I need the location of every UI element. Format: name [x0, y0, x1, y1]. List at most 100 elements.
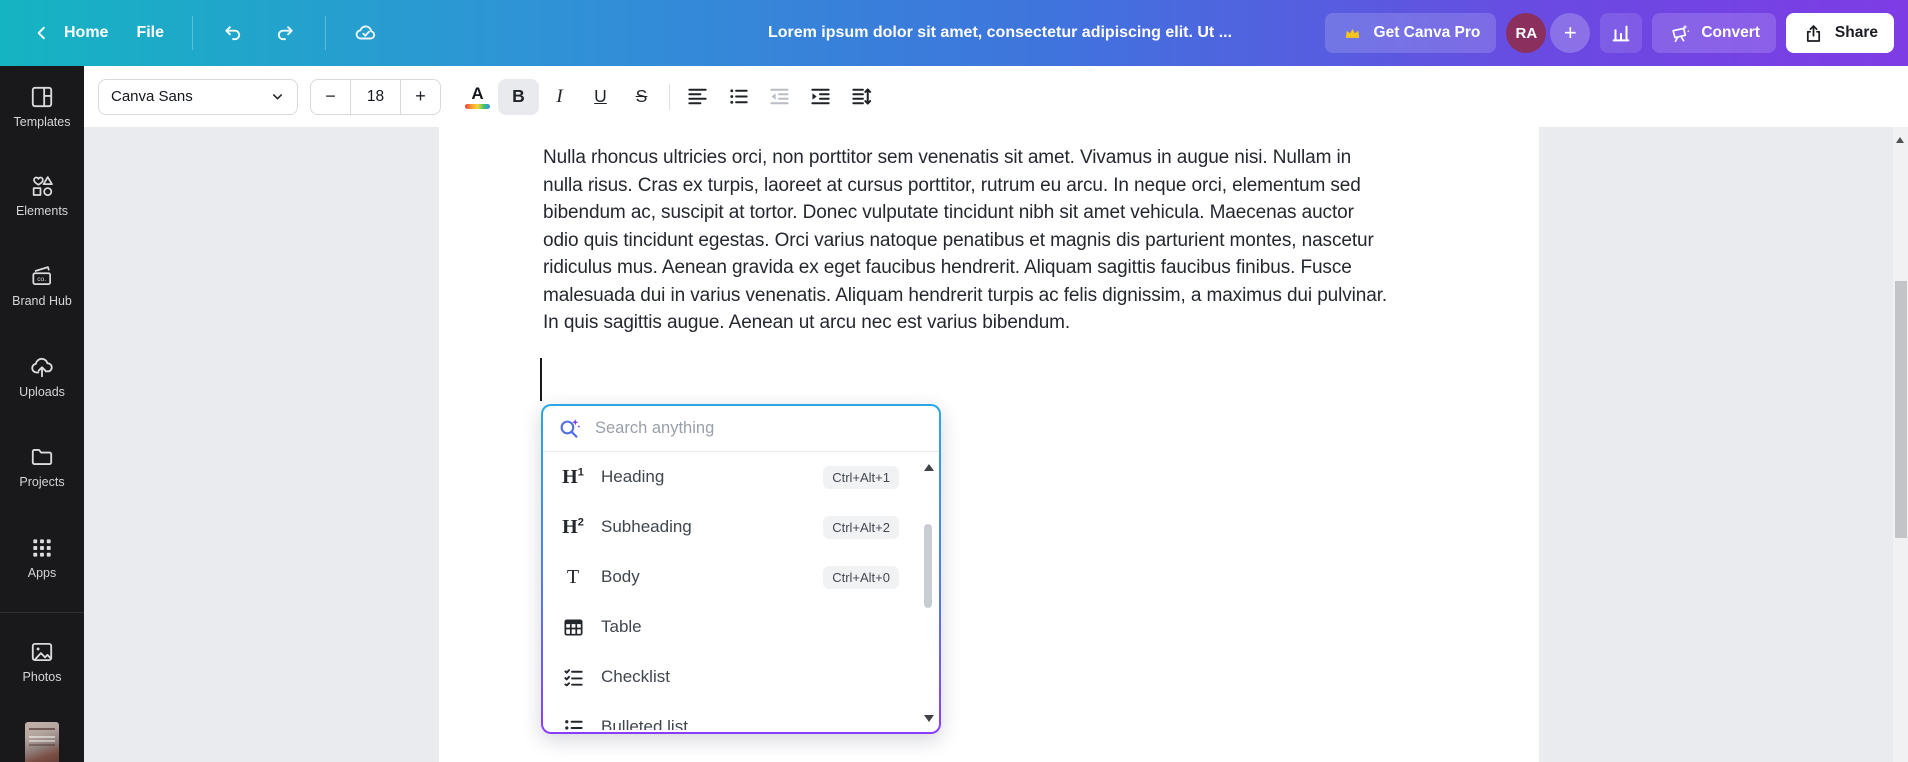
text-color-button[interactable]: A	[457, 79, 498, 115]
top-bar-right: Get Canva Pro RA + Convert Share	[1324, 0, 1908, 66]
insights-button[interactable]	[1600, 13, 1643, 53]
italic-button[interactable]: I	[539, 79, 580, 115]
text-color-icon: A	[465, 85, 490, 109]
line-spacing-button[interactable]	[841, 79, 882, 115]
paragraph-line: ridiculus mus. Aenean gravida ex eget fa…	[543, 257, 1352, 278]
body-text-icon: T	[566, 566, 580, 588]
sidebar-item-elements[interactable]: Elements	[0, 173, 84, 218]
line-spacing-icon	[850, 85, 873, 108]
shortcut-badge: Ctrl+Alt+1	[823, 465, 899, 489]
sidebar-item-photos[interactable]: Photos	[0, 639, 84, 684]
convert-label: Convert	[1701, 24, 1760, 41]
home-label: Home	[64, 24, 109, 41]
sidebar-item-apps[interactable]: Apps	[0, 535, 84, 580]
paragraph-line: nulla risus. Cras ex turpis, laoreet at …	[543, 174, 1361, 196]
menu-item-heading[interactable]: H1 Heading Ctrl+Alt+1	[543, 452, 939, 502]
h2-icon: H2	[562, 516, 584, 538]
top-bar-divider	[325, 16, 327, 50]
search-input[interactable]: Search anything	[595, 419, 925, 438]
undo-icon	[221, 21, 245, 45]
search-bar[interactable]: Search anything	[543, 406, 939, 452]
top-bar: Home File Lorem ipsum dolor sit amet, co…	[0, 0, 1908, 66]
popup-scrollbar[interactable]	[921, 456, 935, 728]
window-scrollbar-thumb[interactable]	[1894, 281, 1907, 538]
paragraph-line: bibendum ac, suscipit at tortor. Donec v…	[543, 202, 1354, 223]
indent-icon	[809, 85, 832, 108]
sidebar-item-label: Templates	[13, 115, 71, 129]
redo-button[interactable]	[263, 13, 307, 53]
sidebar-item-label: Photos	[22, 670, 62, 684]
font-family-select[interactable]: Canva Sans	[98, 78, 298, 115]
avatar[interactable]: RA	[1506, 13, 1547, 53]
plus-icon: +	[1563, 20, 1577, 45]
menu-item-subheading[interactable]: H2 Subheading Ctrl+Alt+2	[543, 502, 939, 552]
sidebar-item-uploads[interactable]: Uploads	[0, 354, 84, 399]
sidebar-item-brand-hub[interactable]: co. Brand Hub	[0, 263, 84, 308]
font-size-decrease-button[interactable]: −	[311, 80, 350, 114]
indent-button[interactable]	[800, 79, 841, 115]
menu-item-table[interactable]: Table	[543, 602, 939, 652]
text-align-button[interactable]	[677, 79, 718, 115]
shortcut-badge: Ctrl+Alt+0	[823, 565, 899, 589]
rainbow-bar	[465, 103, 490, 109]
menu-item-body[interactable]: T Body Ctrl+Alt+0	[543, 552, 939, 602]
uploads-icon	[29, 354, 55, 380]
font-size-value[interactable]: 18	[350, 79, 401, 114]
table-icon	[559, 616, 587, 639]
outdent-icon	[768, 85, 791, 108]
bulleted-list-icon	[559, 716, 587, 731]
document-paragraph[interactable]: Nulla rhoncus ultricies orci, non portti…	[543, 144, 1387, 337]
shortcut-badge: Ctrl+Alt+2	[823, 515, 899, 539]
chevron-left-icon	[30, 21, 54, 45]
convert-button[interactable]: Convert	[1652, 13, 1776, 53]
font-family-value: Canva Sans	[111, 88, 193, 105]
canva-docs-app: Home File Lorem ipsum dolor sit amet, co…	[0, 0, 1908, 762]
sidebar-item-templates[interactable]: Templates	[0, 84, 84, 129]
font-size-increase-button[interactable]: +	[401, 80, 440, 114]
menu-item-bulleted-list[interactable]: Bulleted list	[543, 702, 939, 730]
projects-icon	[29, 444, 55, 470]
sidebar-item-label: Projects	[19, 475, 65, 489]
share-button[interactable]: Share	[1785, 13, 1894, 53]
scroll-down-arrow-icon[interactable]	[924, 715, 934, 722]
redo-icon	[273, 21, 297, 45]
document-title[interactable]: Lorem ipsum dolor sit amet, consectetur …	[620, 24, 1380, 42]
photos-icon	[29, 639, 55, 665]
scroll-up-arrow-icon[interactable]	[924, 464, 934, 471]
crown-icon	[1341, 21, 1365, 45]
paragraph-line: malesuada dui in varius venenatis. Aliqu…	[543, 284, 1388, 306]
font-size-stepper: − 18 +	[310, 78, 441, 115]
file-label: File	[136, 24, 165, 41]
file-menu-button[interactable]: File	[126, 16, 174, 50]
scrollbar-up-arrow-icon[interactable]	[1896, 137, 1904, 143]
magic-search-icon	[557, 416, 582, 441]
add-member-button[interactable]: +	[1550, 13, 1591, 53]
avatar-initials: RA	[1515, 24, 1538, 42]
underline-button[interactable]: U	[580, 79, 621, 115]
sidebar-item-label: Elements	[15, 204, 69, 218]
strikethrough-button[interactable]: S	[621, 79, 662, 115]
apps-icon	[29, 535, 55, 561]
outdent-button[interactable]	[759, 79, 800, 115]
bulleted-list-button[interactable]	[718, 79, 759, 115]
sidebar-divider	[0, 612, 84, 613]
undo-button[interactable]	[211, 13, 255, 53]
templates-icon	[29, 84, 55, 110]
svg-text:co.: co.	[37, 276, 46, 283]
menu-item-checklist[interactable]: Checklist	[543, 652, 939, 702]
paragraph-line: Nulla rhoncus ultricies orci, non portti…	[543, 147, 1352, 168]
get-pro-label: Get Canva Pro	[1373, 24, 1481, 41]
document-page-thumbnail[interactable]	[25, 722, 59, 762]
home-button[interactable]: Home	[20, 13, 118, 53]
chevron-down-icon	[270, 89, 285, 104]
popup-scrollbar-thumb[interactable]	[924, 524, 932, 608]
checklist-icon	[559, 666, 587, 689]
h1-icon: H1	[562, 466, 584, 488]
get-canva-pro-button[interactable]: Get Canva Pro	[1324, 13, 1497, 53]
format-toolbar: Canva Sans − 18 + A B I U S	[84, 66, 1908, 127]
save-status-button[interactable]	[344, 13, 388, 53]
sidebar-item-projects[interactable]: Projects	[0, 444, 84, 489]
window-scrollbar[interactable]	[1893, 127, 1908, 762]
bold-button[interactable]: B	[498, 78, 539, 115]
brand-hub-icon: co.	[29, 263, 55, 289]
